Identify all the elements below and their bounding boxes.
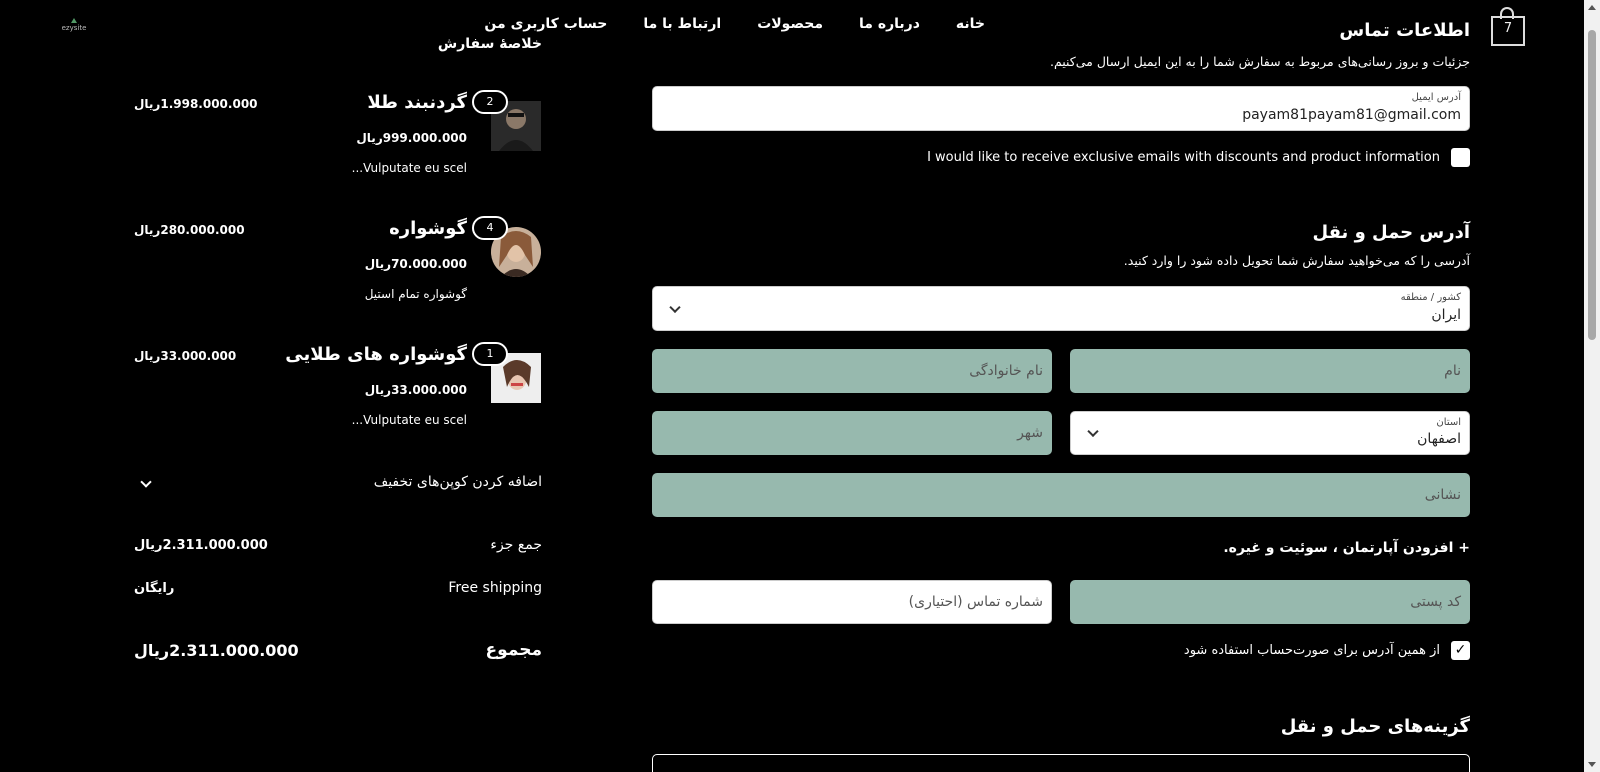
nav-account[interactable]: حساب کاربری من bbox=[484, 16, 607, 32]
email-field[interactable]: آدرس ایمیل payam81payam81@gmail.com bbox=[652, 86, 1470, 131]
chevron-down-icon[interactable] bbox=[140, 476, 152, 488]
contact-title: اطلاعات تماس bbox=[1339, 20, 1470, 41]
page-scrollbar[interactable] bbox=[1584, 0, 1600, 772]
product-unit-price: 33.000.000ریال bbox=[364, 383, 467, 397]
shipping-value: رایگان bbox=[134, 581, 175, 596]
product-line-total: 280.000.000ریال bbox=[134, 223, 245, 237]
coupon-toggle[interactable]: اضافه کردن کوپن‌های تخفیف bbox=[374, 474, 542, 490]
product-name: گوشواره های طلایی bbox=[285, 344, 467, 365]
phone-placeholder: شماره تماس (احتیاری) bbox=[908, 594, 1043, 610]
province-value: اصفهان bbox=[1417, 431, 1461, 447]
first-name-input[interactable]: نام bbox=[1070, 349, 1470, 393]
shipping-option-card[interactable] bbox=[652, 754, 1470, 772]
country-value: ایران bbox=[1431, 307, 1461, 323]
nav-products[interactable]: محصولات bbox=[757, 16, 823, 32]
nav-contact[interactable]: ارتباط با ما bbox=[643, 16, 721, 32]
logo-mark-icon bbox=[71, 18, 77, 23]
main-nav: خانه درباره ما محصولات ارتباط با ما حساب… bbox=[484, 16, 985, 32]
subtotal-label: جمع جزء bbox=[490, 537, 542, 553]
quantity-badge: 1 bbox=[472, 342, 508, 366]
country-select[interactable]: کشور / منطقه ایران bbox=[652, 286, 1470, 331]
product-name: گردنبند طلا bbox=[367, 92, 467, 113]
phone-input[interactable]: شماره تماس (احتیاری) bbox=[652, 580, 1052, 624]
check-icon: ✓ bbox=[1454, 642, 1467, 658]
nav-home[interactable]: خانه bbox=[956, 16, 985, 32]
same-billing-checkbox[interactable]: ✓ bbox=[1451, 641, 1470, 660]
contact-subtitle: جزئیات و بروز رسانی‌های مربوط به سفارش ش… bbox=[1049, 54, 1470, 69]
shipping-subtitle: آدرسی را که می‌خواهید سفارش شما تحویل دا… bbox=[1123, 253, 1470, 268]
chevron-down-icon bbox=[1087, 425, 1099, 438]
last-name-input[interactable]: نام خانوادگی bbox=[652, 349, 1052, 393]
product-name: گوشواره bbox=[389, 218, 467, 239]
shipping-options-title: گزینه‌های حمل و نقل bbox=[1280, 716, 1470, 737]
nav-about[interactable]: درباره ما bbox=[859, 16, 920, 32]
site-logo[interactable]: ezysite bbox=[60, 18, 88, 32]
postal-code-input[interactable]: کد پستی bbox=[1070, 580, 1470, 624]
email-label: آدرس ایمیل bbox=[1411, 92, 1461, 103]
product-unit-price: 999.000.000ریال bbox=[356, 131, 467, 145]
newsletter-label: I would like to receive exclusive emails… bbox=[927, 150, 1440, 165]
subtotal-value: 2.311.000.000ریال bbox=[134, 538, 268, 553]
shipping-title: آدرس حمل و نقل bbox=[1312, 222, 1470, 243]
email-value: payam81payam81@gmail.com bbox=[1242, 107, 1461, 123]
shipping-label: Free shipping bbox=[448, 580, 542, 596]
quantity-badge: 4 bbox=[472, 216, 508, 240]
summary-title: خلاصهٔ سفارش bbox=[437, 36, 542, 52]
product-description: Vulputate eu scel... bbox=[351, 161, 467, 175]
address-input[interactable]: نشانی bbox=[652, 473, 1470, 517]
scroll-thumb[interactable] bbox=[1588, 30, 1596, 340]
country-label: کشور / منطقه bbox=[1400, 292, 1461, 303]
chevron-down-icon bbox=[669, 301, 681, 313]
total-label: مجموع bbox=[485, 640, 542, 660]
province-select[interactable]: استان اصفهان bbox=[1070, 411, 1470, 455]
address-placeholder: نشانی bbox=[1424, 487, 1461, 503]
total-value: 2.311.000.000ریال bbox=[134, 641, 299, 660]
product-description: گوشواره تمام استیل bbox=[364, 287, 467, 301]
postal-code-placeholder: کد پستی bbox=[1410, 594, 1461, 610]
cart-button[interactable]: 7 bbox=[1490, 6, 1526, 46]
same-billing-label: از همین آدرس برای صورت‌حساب استفاده شود bbox=[1183, 643, 1440, 658]
city-placeholder: شهر bbox=[1017, 425, 1043, 441]
add-apartment-link[interactable]: + افزودن آپارتمان ، سوئیت و غیره. bbox=[1223, 540, 1470, 556]
province-label: استان bbox=[1436, 417, 1461, 428]
product-line-total: 33.000.000ریال bbox=[134, 349, 237, 363]
last-name-placeholder: نام خانوادگی bbox=[969, 363, 1043, 379]
quantity-badge: 2 bbox=[472, 90, 508, 114]
product-unit-price: 70.000.000ریال bbox=[364, 257, 467, 271]
scroll-down-arrow-icon[interactable] bbox=[1588, 762, 1596, 767]
scroll-up-arrow-icon[interactable] bbox=[1588, 5, 1596, 10]
product-description: Vulputate eu scel... bbox=[351, 413, 467, 427]
city-input[interactable]: شهر bbox=[652, 411, 1052, 455]
logo-text: ezysite bbox=[61, 24, 87, 32]
newsletter-checkbox[interactable] bbox=[1451, 148, 1470, 167]
product-line-total: 1.998.000.000ریال bbox=[134, 97, 258, 111]
cart-count: 7 bbox=[1503, 21, 1513, 36]
first-name-placeholder: نام bbox=[1444, 363, 1461, 379]
